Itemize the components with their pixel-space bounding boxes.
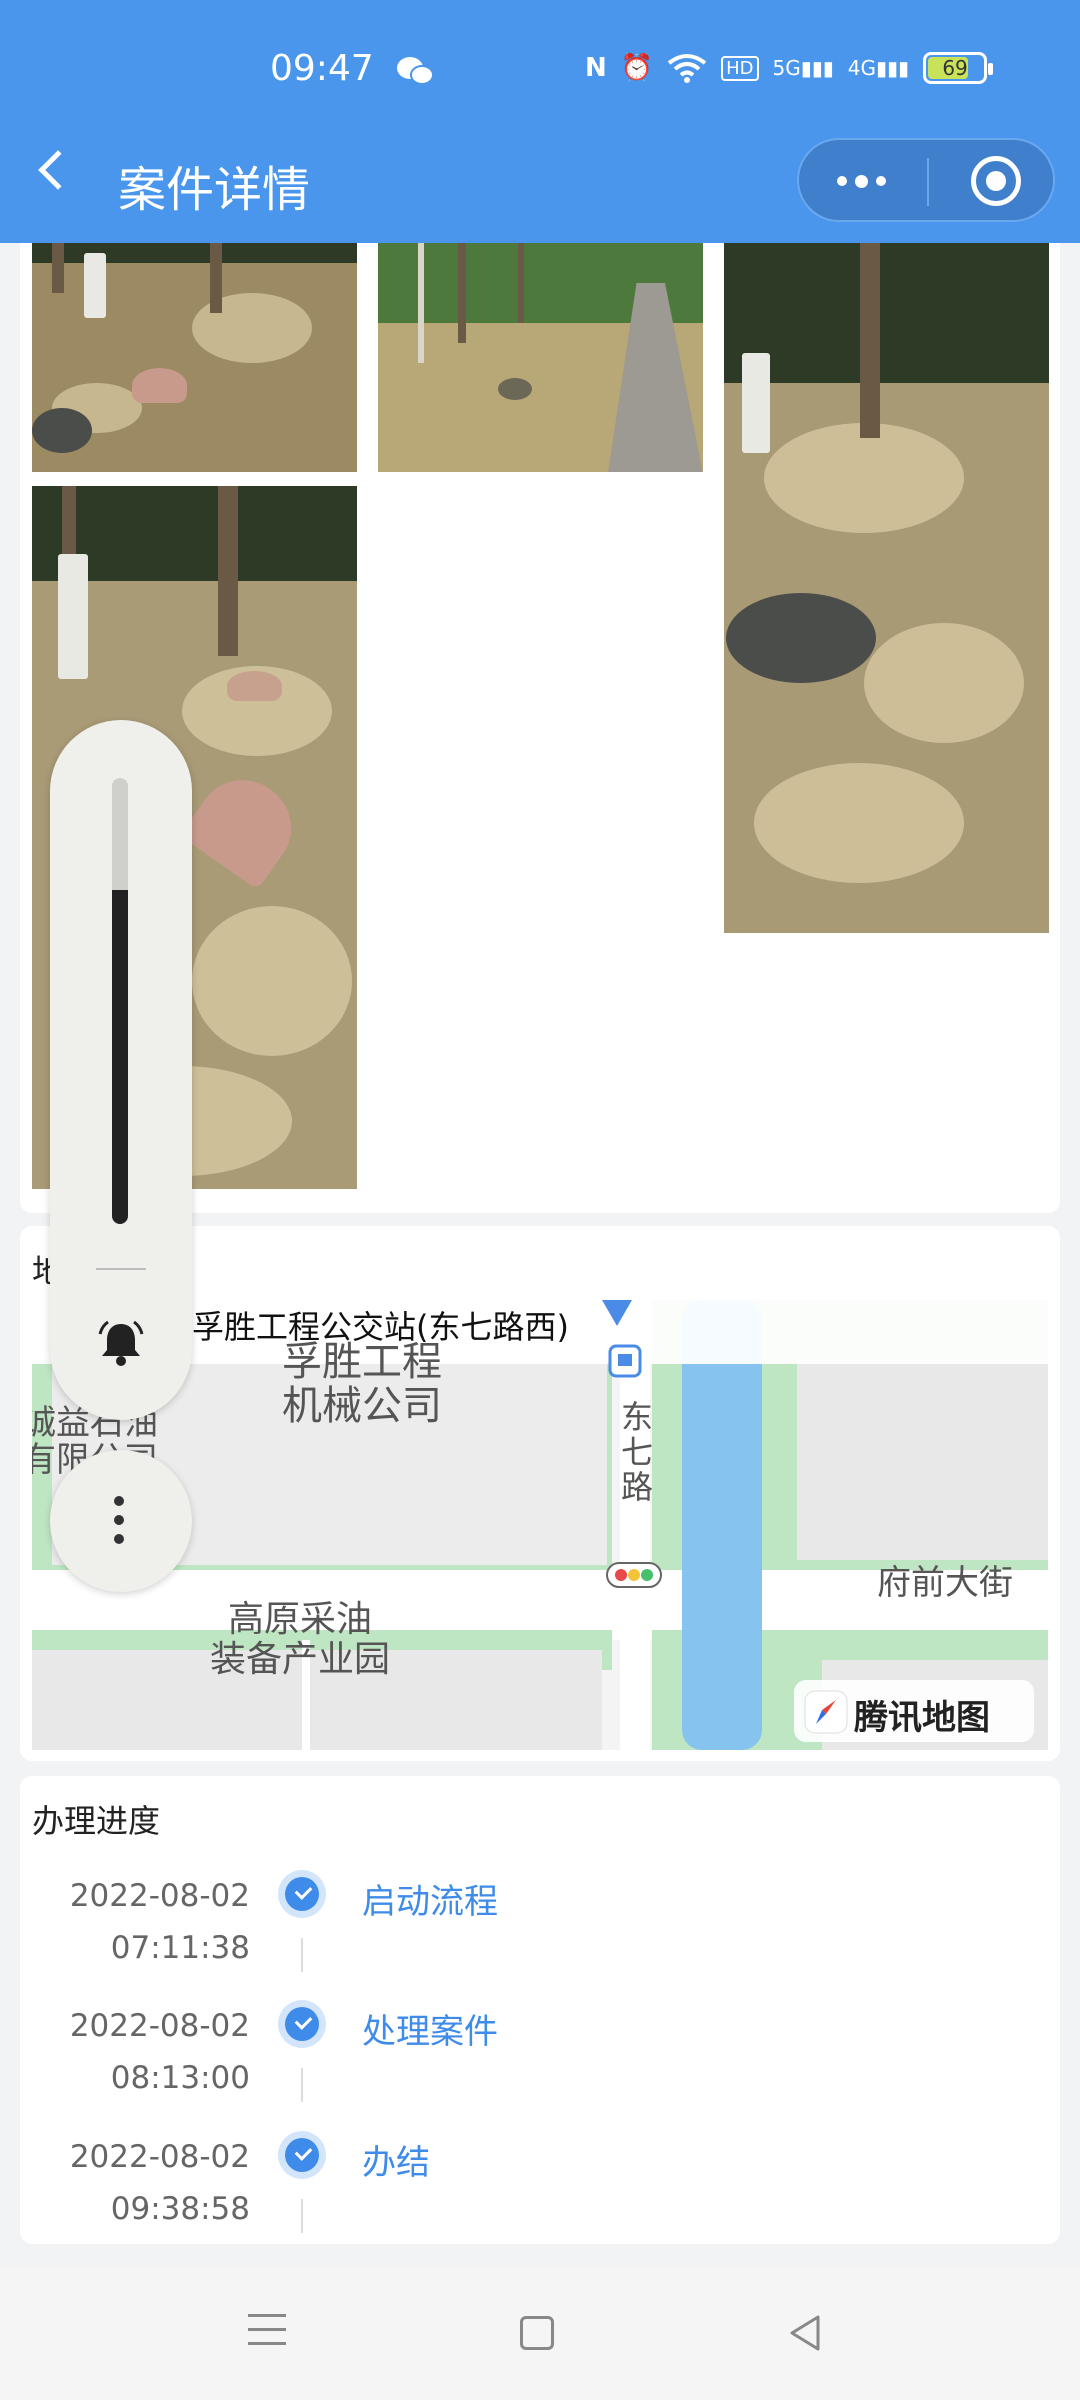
back-triangle-icon[interactable]: [786, 2314, 824, 2352]
step-3-connector: [301, 2199, 303, 2233]
system-nav-bar: [0, 2268, 1080, 2400]
map-label-park: 高原采油 装备产业园: [210, 1599, 391, 1680]
step-1-label[interactable]: 启动流程: [362, 1874, 498, 1923]
step-2-time: 08:13:00: [110, 2060, 250, 2096]
page-title: 案件详情: [118, 162, 311, 218]
nfc-icon: N: [585, 53, 607, 83]
map-brand-badge: 腾讯地图: [794, 1680, 1034, 1742]
bus-stop-icon: [608, 1344, 642, 1378]
location-pin-icon: [602, 1300, 632, 1326]
bell-icon[interactable]: [96, 1318, 146, 1368]
step-1-check-icon: [278, 1870, 326, 1918]
battery-indicator: 69: [923, 52, 994, 84]
step-2-datetime: 2022-08-02 08:13:00: [20, 2000, 250, 2104]
step-2-date: 2022-08-02: [69, 2008, 250, 2044]
step-2-check-icon: [278, 2000, 326, 2048]
header-bar: 09:47 N ⏰ HD 5G▮▮▮ 4G▮▮▮ 69 案件详情: [0, 0, 1080, 243]
volume-divider: [96, 1268, 146, 1270]
step-1-datetime: 2022-08-02 07:11:38: [20, 1870, 250, 1974]
step-3-label[interactable]: 办结: [362, 2135, 430, 2184]
hd-icon: HD: [721, 55, 759, 81]
5g-signal-icon: 5G▮▮▮: [772, 56, 834, 80]
alarm-icon: ⏰: [620, 53, 654, 83]
capsule-divider: [927, 158, 929, 206]
map-label-road-vertical: 东 七 路: [620, 1398, 653, 1507]
volume-panel: [50, 720, 192, 1420]
case-photo-1[interactable]: [32, 243, 357, 472]
compass-icon: [804, 1690, 848, 1734]
progress-title: 办理进度: [32, 1802, 161, 1840]
step-3-time: 09:38:58: [110, 2191, 250, 2227]
map-brand-label: 腾讯地图: [854, 1698, 990, 1738]
step-3-check-icon: [278, 2131, 326, 2179]
map-label-company: 孚胜工程 机械公司: [282, 1339, 442, 1429]
wifi-icon: [667, 54, 707, 83]
status-time: 09:47: [270, 48, 374, 89]
step-3-date: 2022-08-02: [69, 2139, 250, 2175]
wechat-icon: [397, 57, 434, 85]
traffic-light-icon: [606, 1562, 662, 1588]
step-2-label[interactable]: 处理案件: [362, 2004, 498, 2053]
volume-more-button[interactable]: [50, 1450, 192, 1592]
step-1-connector: [301, 1938, 303, 1972]
map-label-road-horizontal: 府前大街: [877, 1563, 1013, 1603]
volume-slider[interactable]: [112, 778, 128, 1224]
volume-slider-fill: [112, 889, 128, 1224]
vertical-dots-icon: [114, 1496, 124, 1544]
case-photo-2[interactable]: [378, 243, 703, 472]
target-icon[interactable]: [971, 156, 1021, 206]
progress-card: 办理进度 2022-08-02 07:11:38 启动流程 2022-08-02…: [20, 1776, 1060, 2244]
step-1-time: 07:11:38: [110, 1930, 250, 1966]
step-1-date: 2022-08-02: [69, 1878, 250, 1914]
step-2-connector: [301, 2068, 303, 2102]
case-photo-3[interactable]: [724, 243, 1049, 933]
4g-signal-icon: 4G▮▮▮: [847, 56, 910, 80]
chevron-left-icon[interactable]: [38, 150, 78, 190]
mini-program-capsule: [797, 138, 1055, 222]
more-dots-icon[interactable]: [837, 175, 886, 188]
recent-apps-icon[interactable]: [248, 2314, 286, 2356]
home-icon[interactable]: [520, 2316, 554, 2350]
status-icons: N ⏰ HD 5G▮▮▮ 4G▮▮▮ 69: [585, 52, 994, 84]
step-3-datetime: 2022-08-02 09:38:58: [20, 2131, 250, 2235]
